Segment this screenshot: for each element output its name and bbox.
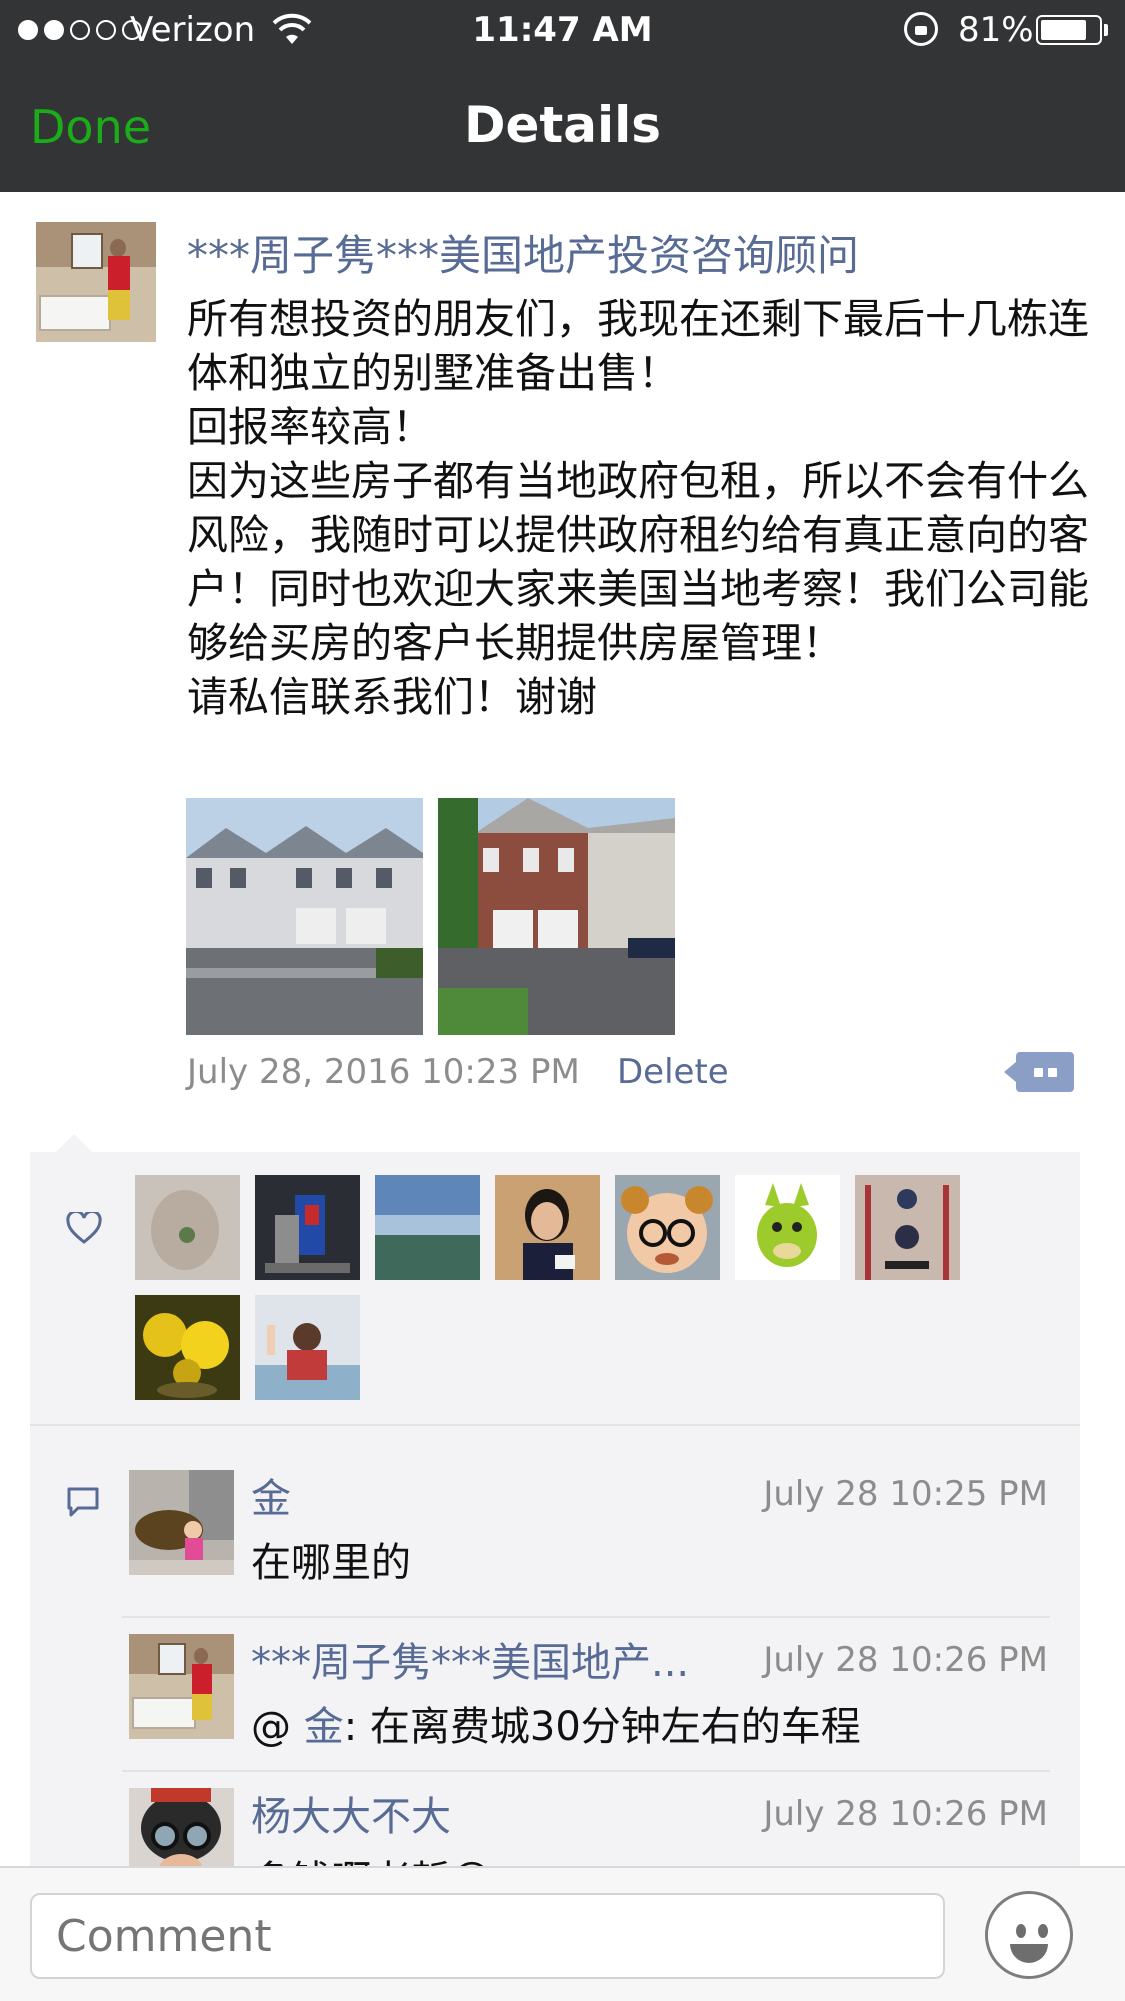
post-line: 因为这些房子都有当地政府包租，所以不会有什么风险，我随时可以提供政府租约给有真正…	[187, 457, 1089, 667]
commenter-name[interactable]: ***周子隽***美国地产...	[251, 1630, 689, 1688]
post-timestamp: July 28, 2016 10:23 PM	[187, 1052, 580, 1092]
post-body: 所有想投资的朋友们，我现在还剩下最后十几栋连体和独立的别墅准备出售！ 回报率较高…	[187, 292, 1091, 724]
commenter-avatar[interactable]	[129, 1470, 234, 1575]
post-line: 所有想投资的朋友们，我现在还剩下最后十几栋连体和独立的别墅准备出售！	[187, 295, 1089, 397]
post-line: 回报率较高！	[187, 403, 433, 451]
comment-divider	[122, 1770, 1050, 1772]
commenter-name[interactable]: 金	[251, 1466, 291, 1524]
battery-level	[1041, 20, 1087, 40]
delete-button[interactable]: Delete	[617, 1052, 729, 1092]
page-title: Details	[463, 96, 662, 154]
emoji-icon[interactable]	[985, 1891, 1073, 1979]
comment-timestamp: July 28 10:26 PM	[763, 1640, 1048, 1680]
liker-avatar[interactable]	[495, 1175, 600, 1280]
liker-avatar[interactable]	[255, 1295, 360, 1400]
heart-icon	[66, 1212, 102, 1244]
comment-text-prefix: @	[251, 1704, 304, 1750]
comment-text: 在哪里的	[251, 1540, 411, 1586]
liker-avatar[interactable]	[375, 1175, 480, 1280]
comment-timestamp: July 28 10:26 PM	[763, 1794, 1048, 1834]
liker-avatar[interactable]	[135, 1295, 240, 1400]
status-bar: Verizon 11:47 AM 81%	[0, 0, 1125, 62]
more-dot	[1048, 1068, 1057, 1077]
comment-text-body: : 在离费城30分钟左右的车程	[343, 1704, 861, 1750]
liker-avatar[interactable]	[855, 1175, 960, 1280]
comment-text: @ 金: 在离费城30分钟左右的车程	[251, 1694, 861, 1752]
comment-divider	[122, 1616, 1050, 1618]
comment-action-button[interactable]	[1004, 1052, 1074, 1092]
clock: 11:47 AM	[472, 10, 653, 50]
liker-avatar[interactable]	[255, 1175, 360, 1280]
battery-icon	[1036, 15, 1102, 45]
commenter-name[interactable]: 杨大大不大	[251, 1784, 451, 1842]
liker-avatar[interactable]	[135, 1175, 240, 1280]
commenter-avatar[interactable]	[129, 1634, 234, 1739]
panel-arrow	[56, 1134, 92, 1152]
rotation-lock-icon	[904, 12, 938, 46]
post-line: 请私信联系我们！谢谢	[187, 673, 597, 721]
liker-avatar[interactable]	[735, 1175, 840, 1280]
mention-link[interactable]: 金	[304, 1704, 344, 1750]
liker-avatar[interactable]	[615, 1175, 720, 1280]
post-photo-2[interactable]	[438, 798, 675, 1035]
author-avatar[interactable]	[36, 222, 156, 342]
comment-bubble-icon	[66, 1486, 100, 1518]
post-author-name[interactable]: ***周子隽***美国地产投资咨询顾问	[187, 222, 859, 283]
comment-input[interactable]	[30, 1893, 945, 1979]
comment-timestamp: July 28 10:25 PM	[763, 1474, 1048, 1514]
more-dot	[1034, 1068, 1043, 1077]
post-photo-1[interactable]	[186, 798, 423, 1035]
top-bar: Verizon 11:47 AM 81% Done Details	[0, 0, 1125, 192]
likes-comments-divider	[30, 1424, 1080, 1426]
battery-percent: 81%	[958, 10, 1034, 50]
